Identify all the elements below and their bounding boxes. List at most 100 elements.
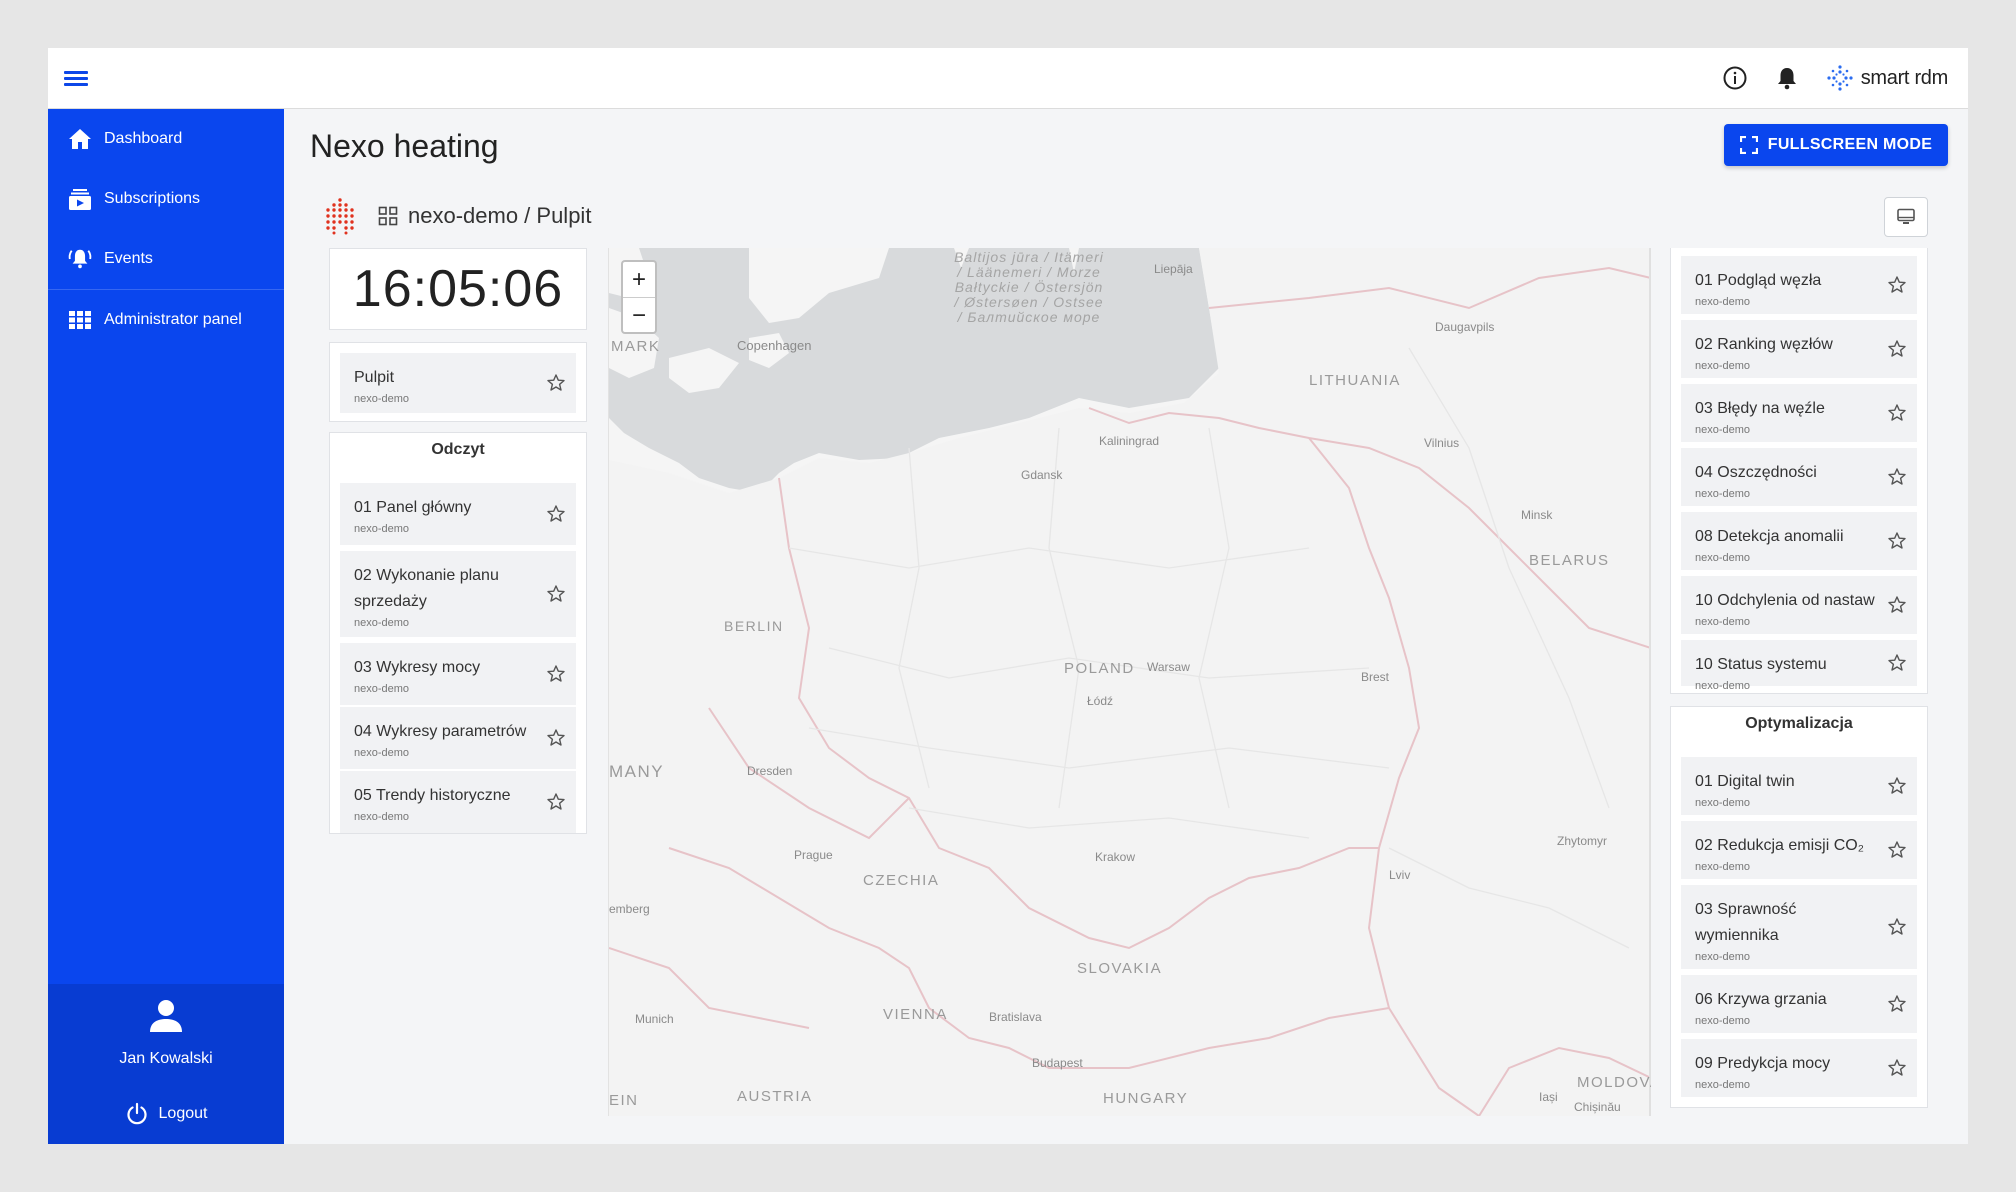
star-icon[interactable] bbox=[1887, 595, 1907, 615]
star-icon[interactable] bbox=[1887, 917, 1907, 937]
sidebar-item-label: Events bbox=[104, 250, 153, 267]
list-item[interactable]: Pulpit nexo-demo bbox=[340, 353, 576, 413]
bell-ring-icon bbox=[68, 247, 92, 271]
list-item[interactable]: 02 Ranking węzłów nexo-demo bbox=[1681, 320, 1917, 378]
list-item[interactable]: 03 Błędy na węźle nexo-demo bbox=[1681, 384, 1917, 442]
map-label: HUNGARY bbox=[1103, 1090, 1189, 1107]
list-item-subtitle: nexo-demo bbox=[1695, 616, 1751, 628]
list-item[interactable]: 10 Odchylenia od nastaw nexo-demo bbox=[1681, 576, 1917, 634]
star-icon[interactable] bbox=[1887, 994, 1907, 1014]
user-name: Jan Kowalski bbox=[119, 1050, 213, 1067]
map-widget[interactable]: + − Baltijos jūra / Itämeri / Läänemeri … bbox=[608, 248, 1651, 1116]
list-item-subtitle: nexo-demo bbox=[1695, 797, 1751, 809]
info-icon[interactable] bbox=[1721, 64, 1749, 92]
map-label: Zhytomyr bbox=[1557, 834, 1608, 848]
list-item-subtitle: nexo-demo bbox=[1695, 861, 1751, 873]
star-icon[interactable] bbox=[1887, 275, 1907, 295]
map-label: Lviv bbox=[1389, 868, 1411, 882]
list-item[interactable]: 06 Krzywa grzania nexo-demo bbox=[1681, 975, 1917, 1033]
list-item-subtitle: nexo-demo bbox=[354, 393, 410, 405]
clock-widget: 16:05:06 bbox=[329, 248, 587, 330]
map-label: Dresden bbox=[747, 764, 793, 778]
list-item-subtitle: nexo-demo bbox=[1695, 552, 1751, 564]
map-label: EIN bbox=[609, 1092, 639, 1109]
grid-icon bbox=[68, 308, 92, 332]
notifications-bell-icon[interactable] bbox=[1773, 64, 1801, 92]
map-label: MOLDOVA bbox=[1577, 1074, 1651, 1091]
hamburger-menu-icon[interactable] bbox=[64, 68, 88, 88]
sidebar-item-dashboard[interactable]: Dashboard bbox=[48, 109, 284, 169]
odczyt-panel: Odczyt 01 Panel główny nexo-demo 02 Wyko… bbox=[329, 432, 587, 834]
list-item[interactable]: 04 Oszczędności nexo-demo bbox=[1681, 448, 1917, 506]
map-zoom-out-button[interactable]: − bbox=[623, 298, 655, 333]
sidebar-item-label: Dashboard bbox=[104, 130, 183, 147]
sidebar-item-administrator-panel[interactable]: Administrator panel bbox=[48, 290, 284, 350]
map-label: Kaliningrad bbox=[1099, 434, 1160, 448]
map-label: CZECHIA bbox=[863, 872, 940, 889]
list-item[interactable]: 02 Wykonanie planu sprzedaży nexo-demo bbox=[340, 551, 576, 637]
list-item[interactable]: 05 Trendy historyczne nexo-demo bbox=[340, 771, 576, 833]
analiza-panel: 01 Podgląd węzła nexo-demo 02 Ranking wę… bbox=[1670, 248, 1928, 694]
list-item-subtitle: nexo-demo bbox=[354, 811, 410, 823]
user-panel: Jan Kowalski Logout bbox=[48, 984, 284, 1144]
map-label: emberg bbox=[609, 902, 650, 916]
map-zoom-control: + − bbox=[621, 260, 657, 334]
user-avatar-icon[interactable] bbox=[148, 998, 184, 1034]
map-label: POLAND bbox=[1064, 660, 1135, 677]
list-item[interactable]: 04 Wykresy parametrów nexo-demo bbox=[340, 707, 576, 769]
star-icon[interactable] bbox=[1887, 467, 1907, 487]
logout-button[interactable]: Logout bbox=[48, 1102, 284, 1126]
star-icon[interactable] bbox=[1887, 840, 1907, 860]
list-item-subtitle: nexo-demo bbox=[1695, 360, 1751, 372]
map-zoom-in-button[interactable]: + bbox=[623, 262, 655, 298]
star-icon[interactable] bbox=[546, 664, 566, 684]
star-icon[interactable] bbox=[546, 373, 566, 393]
list-item[interactable]: 08 Detekcja anomalii nexo-demo bbox=[1681, 512, 1917, 570]
section-title: Odczyt bbox=[431, 441, 485, 458]
list-item-subtitle: nexo-demo bbox=[354, 523, 410, 535]
map-label: Gdansk bbox=[1021, 468, 1063, 482]
list-item-subtitle: nexo-demo bbox=[1695, 424, 1751, 436]
star-icon[interactable] bbox=[1887, 1058, 1907, 1078]
map-label: Chișinău bbox=[1574, 1100, 1621, 1114]
list-item[interactable]: 01 Panel główny nexo-demo bbox=[340, 483, 576, 545]
map-label: BELARUS bbox=[1529, 552, 1610, 569]
star-icon[interactable] bbox=[546, 792, 566, 812]
list-item[interactable]: 03 Sprawność wymiennika nexo-demo bbox=[1681, 885, 1917, 969]
monitor-icon bbox=[1897, 208, 1915, 224]
star-icon[interactable] bbox=[1887, 339, 1907, 359]
list-item[interactable]: 10 Status systemu nexo-demo bbox=[1681, 640, 1917, 692]
breadcrumb-path[interactable]: nexo-demo / Pulpit bbox=[408, 203, 591, 229]
star-icon[interactable] bbox=[546, 728, 566, 748]
star-icon[interactable] bbox=[546, 504, 566, 524]
star-icon[interactable] bbox=[1887, 776, 1907, 796]
list-item[interactable]: 02 Redukcja emisji CO₂ nexo-demo bbox=[1681, 821, 1917, 879]
map-label: Liepāja bbox=[1154, 262, 1193, 276]
list-item[interactable]: 09 Predykcja mocy nexo-demo bbox=[1681, 1039, 1917, 1097]
sidebar-item-events[interactable]: Events bbox=[48, 229, 284, 289]
sidebar-item-subscriptions[interactable]: Subscriptions bbox=[48, 169, 284, 229]
fullscreen-mode-button[interactable]: FULLSCREEN MODE bbox=[1724, 124, 1948, 166]
list-item-subtitle: nexo-demo bbox=[1695, 951, 1751, 963]
nexo-logo-icon bbox=[326, 198, 354, 235]
map-label: Daugavpils bbox=[1435, 320, 1495, 334]
map-label: LITHUANIA bbox=[1309, 372, 1401, 389]
map-label: Minsk bbox=[1521, 508, 1553, 522]
map-label: Łódź bbox=[1087, 694, 1114, 708]
star-icon[interactable] bbox=[1887, 403, 1907, 423]
list-item[interactable]: 03 Wykresy mocy nexo-demo bbox=[340, 643, 576, 705]
map-label: Munich bbox=[635, 1012, 674, 1026]
star-icon[interactable] bbox=[1887, 531, 1907, 551]
map-label: Prague bbox=[794, 848, 833, 862]
list-item[interactable]: 01 Podgląd węzła nexo-demo bbox=[1681, 256, 1917, 314]
list-item[interactable]: 01 Digital twin nexo-demo bbox=[1681, 757, 1917, 815]
list-item-title: 05 Trendy historyczne bbox=[354, 787, 511, 804]
list-item-title: 02 Wykonanie planu sprzedaży bbox=[354, 567, 499, 610]
sidebar-item-label: Administrator panel bbox=[104, 311, 242, 328]
logout-label: Logout bbox=[158, 1105, 208, 1122]
kiosk-mode-button[interactable] bbox=[1884, 197, 1928, 237]
star-icon[interactable] bbox=[546, 584, 566, 604]
star-icon[interactable] bbox=[1887, 653, 1907, 673]
fullscreen-label: FULLSCREEN MODE bbox=[1767, 136, 1933, 153]
list-item-subtitle: nexo-demo bbox=[1695, 1079, 1751, 1091]
